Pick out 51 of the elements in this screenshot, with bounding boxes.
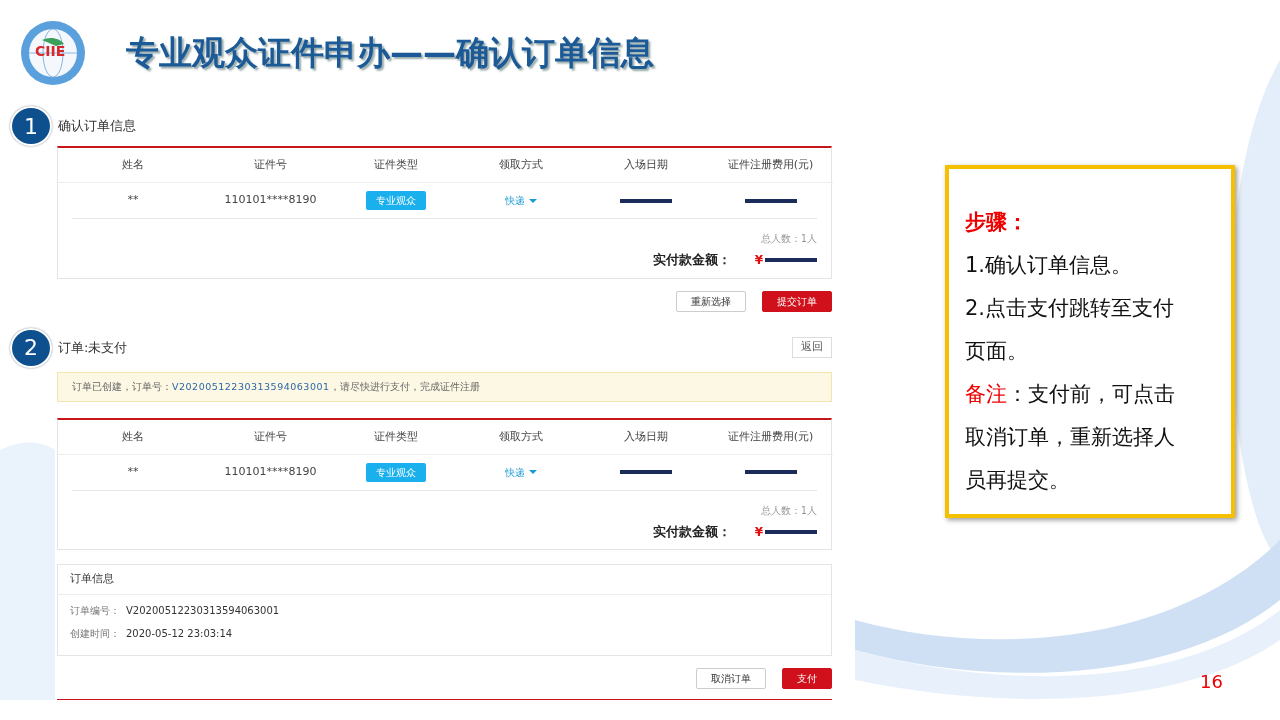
- type-tag: 专业观众: [365, 462, 426, 482]
- pickup-dropdown[interactable]: 快递: [504, 464, 537, 480]
- column-header: 证件类型: [373, 156, 418, 173]
- note-text: 备注：支付前，可点击取消订单，重新选择人员再提交。: [965, 381, 1176, 494]
- column-header: 证件类型: [373, 428, 418, 445]
- action-button[interactable]: 提交订单: [762, 290, 832, 312]
- name-cell: **: [127, 192, 139, 209]
- action-button[interactable]: 取消订单: [696, 667, 766, 689]
- back-button[interactable]: 返回: [792, 337, 832, 358]
- currency-sign: ¥: [754, 523, 763, 541]
- globe-logo-icon: [20, 20, 86, 86]
- step-badge: 2: [10, 327, 52, 368]
- field-value: V20200512230313594063001: [126, 603, 280, 618]
- field-label: 创建时间：: [70, 626, 120, 641]
- section-heading: 确认订单信息: [58, 117, 136, 136]
- column-header: 证件注册费用(元): [727, 428, 814, 445]
- step-text: 2.点击支付跳转至支付页面。: [965, 295, 1176, 365]
- currency-sign: ¥: [754, 251, 763, 269]
- logo-text: CIIE: [35, 44, 66, 58]
- caret-icon: [528, 198, 537, 203]
- column-header: 领取方式: [498, 156, 543, 173]
- action-button[interactable]: 重新选择: [676, 290, 746, 312]
- action-button[interactable]: 支付: [782, 667, 832, 689]
- column-header: 证件号: [254, 156, 287, 173]
- step-text: 1.确认订单信息。: [965, 252, 1134, 279]
- field-label: 订单编号：: [70, 603, 120, 618]
- amount-label: 实付款金额：: [652, 522, 731, 541]
- column-header: 入场日期: [623, 428, 668, 445]
- amount-label: 实付款金额：: [652, 251, 731, 269]
- type-tag: 专业观众: [365, 191, 426, 210]
- page-number: 16: [1200, 670, 1223, 694]
- caret-icon: [528, 470, 537, 475]
- field-value: 2020-05-12 23:03:14: [126, 626, 233, 641]
- section-heading: 订单:未支付: [58, 338, 128, 357]
- pickup-dropdown[interactable]: 快递: [504, 193, 537, 208]
- step-badge: 1: [10, 106, 52, 146]
- column-header: 姓名: [122, 428, 144, 445]
- id-number-cell: 110101****8190: [224, 192, 317, 209]
- people-count: 总人数：1人: [760, 232, 817, 246]
- name-cell-text: **: [127, 464, 139, 480]
- id-number-cell-text: 110101****8190: [224, 464, 317, 480]
- column-header: 领取方式: [498, 428, 543, 445]
- column-header: 姓名: [122, 156, 144, 173]
- slide-title: 专业观众证件申办——确认订单信息: [126, 32, 654, 75]
- card-title: 订单信息: [58, 565, 831, 595]
- column-header: 证件注册费用(元): [727, 156, 814, 173]
- note-heading: 步骤：: [965, 209, 1029, 236]
- people-count: 总人数：1人: [760, 503, 817, 518]
- column-header: 证件号: [254, 428, 287, 445]
- alert-message: 订单已创建，订单号：V20200512230313594063001，请尽快进行支付，完成证件注册: [57, 371, 832, 402]
- column-header: 入场日期: [623, 156, 668, 173]
